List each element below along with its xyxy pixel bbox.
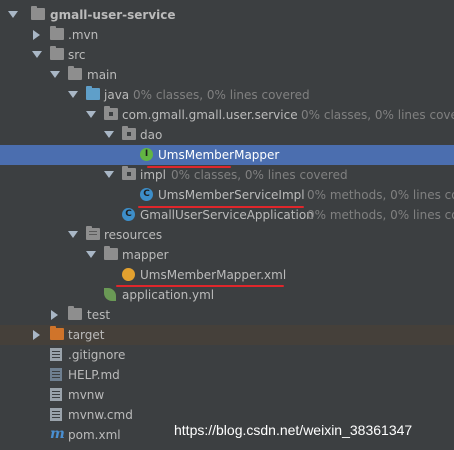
tree-node-label: HELP.md (68, 368, 120, 382)
tree-node-gmall-user-service[interactable]: gmall-user-service (0, 5, 454, 25)
resources-folder-icon (86, 226, 100, 240)
tree-node-ums-member-mapper[interactable]: I UmsMemberMapper (0, 145, 454, 165)
tree-node-mvn[interactable]: .mvn (0, 25, 454, 45)
tree-node-application-yml[interactable]: application.yml (0, 285, 454, 305)
expand-arrow-icon[interactable] (86, 251, 96, 258)
tree-node-label: UmsMemberServiceImpl (158, 188, 305, 202)
folder-icon (104, 246, 118, 260)
tree-node-help-md[interactable]: HELP.md (0, 365, 454, 385)
folder-icon (68, 66, 82, 80)
source-root-folder-icon (86, 86, 100, 100)
excluded-folder-icon (50, 326, 64, 340)
tree-node-label: main (87, 68, 117, 82)
expand-arrow-icon[interactable] (8, 11, 18, 18)
annotation-underline (138, 206, 304, 208)
tree-node-label: test (87, 308, 111, 322)
tree-node-label: .gitignore (68, 348, 126, 362)
tree-node-label: dao (140, 128, 163, 142)
text-file-icon (50, 388, 62, 401)
collapse-arrow-icon[interactable] (51, 310, 58, 320)
package-icon (104, 106, 118, 120)
expand-arrow-icon[interactable] (104, 171, 114, 178)
tree-node-label: application.yml (122, 288, 215, 302)
class-icon: C (140, 188, 153, 201)
spring-boot-class-icon: C (122, 208, 135, 221)
tree-node-ums-member-mapper-xml[interactable]: UmsMemberMapper.xml (0, 265, 454, 285)
collapse-arrow-icon[interactable] (33, 30, 40, 40)
expand-arrow-icon[interactable] (50, 71, 60, 78)
spring-config-icon (104, 288, 116, 301)
tree-node-gitignore[interactable]: .gitignore (0, 345, 454, 365)
tree-node-label: pom.xml (68, 428, 121, 442)
tree-node-label: UmsMemberMapper (158, 148, 280, 162)
expand-arrow-icon[interactable] (86, 111, 96, 118)
folder-icon (50, 26, 64, 40)
project-tree: gmall-user-service .mvn src main java 0%… (0, 0, 454, 450)
coverage-text: 0% classes, 0% lines covere (301, 108, 454, 122)
maven-icon: m (50, 426, 65, 442)
tree-node-label: UmsMemberMapper.xml (140, 268, 287, 282)
tree-node-test[interactable]: test (0, 305, 454, 325)
package-icon (122, 166, 136, 180)
tree-node-label: GmallUserServiceApplication (140, 208, 314, 222)
tree-node-label: mapper (122, 248, 169, 262)
expand-arrow-icon[interactable] (68, 231, 78, 238)
tree-node-label: target (68, 328, 105, 342)
collapse-arrow-icon[interactable] (33, 330, 40, 340)
watermark-text: https://blog.csdn.net/weixin_38361347 (174, 422, 413, 438)
expand-arrow-icon[interactable] (68, 91, 78, 98)
markdown-file-icon (50, 368, 62, 381)
tree-node-label: mvnw.cmd (68, 408, 133, 422)
tree-node-ums-member-service-impl[interactable]: C UmsMemberServiceImpl 0% methods, 0% li… (0, 185, 454, 205)
tree-node-mvnw[interactable]: mvnw (0, 385, 454, 405)
expand-arrow-icon[interactable] (32, 51, 42, 58)
tree-node-impl[interactable]: impl 0% classes, 0% lines covered (0, 165, 454, 185)
annotation-underline (147, 166, 231, 168)
folder-icon (68, 306, 82, 320)
expand-arrow-icon[interactable] (104, 131, 114, 138)
tree-node-resources[interactable]: resources (0, 225, 454, 245)
tree-node-gmall-user-service-application[interactable]: C GmallUserServiceApplication 0% methods… (0, 205, 454, 225)
tree-node-dao[interactable]: dao (0, 125, 454, 145)
coverage-text: 0% classes, 0% lines covered (133, 88, 310, 102)
coverage-text: 0% classes, 0% lines covered (171, 168, 348, 182)
text-file-icon (50, 408, 62, 421)
tree-node-package[interactable]: com.gmall.gmall.user.service 0% classes,… (0, 105, 454, 125)
interface-icon: I (140, 148, 153, 161)
tree-node-label: mvnw (68, 388, 105, 402)
tree-node-label: gmall-user-service (50, 8, 176, 22)
text-file-icon (50, 348, 62, 361)
tree-node-java[interactable]: java 0% classes, 0% lines covered (0, 85, 454, 105)
tree-node-label: impl (140, 168, 166, 182)
xml-file-icon (122, 268, 135, 281)
tree-node-label: resources (104, 228, 163, 242)
tree-node-label: java (104, 88, 130, 102)
tree-node-label: src (68, 48, 86, 62)
coverage-text: 0% methods, 0% lines co (307, 208, 454, 222)
package-icon (122, 126, 136, 140)
folder-icon (50, 46, 64, 60)
tree-node-target[interactable]: target (0, 325, 454, 345)
tree-node-label: .mvn (68, 28, 99, 42)
coverage-text: 0% methods, 0% lines co (307, 188, 454, 202)
tree-node-mapper-dir[interactable]: mapper (0, 245, 454, 265)
module-folder-icon (31, 6, 45, 20)
tree-node-label: com.gmall.gmall.user.service (122, 108, 298, 122)
tree-node-main[interactable]: main (0, 65, 454, 85)
tree-node-src[interactable]: src (0, 45, 454, 65)
annotation-underline (116, 285, 284, 287)
